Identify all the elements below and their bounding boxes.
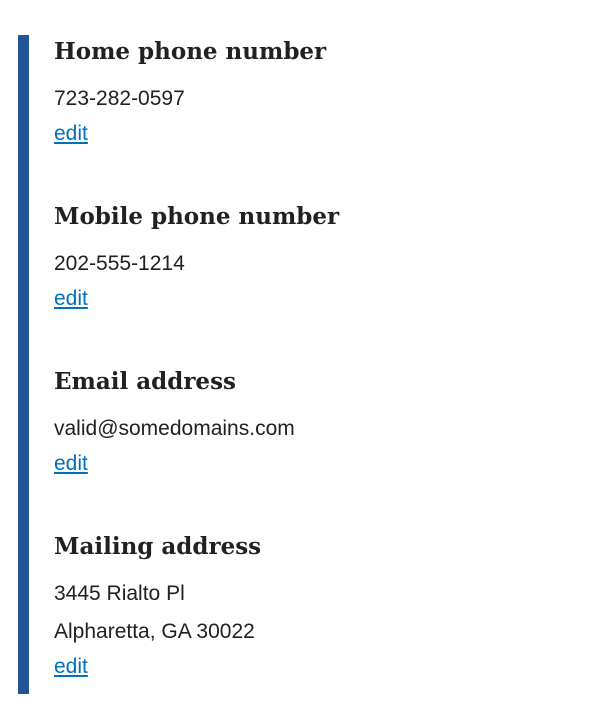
home-phone-section: Home phone number 723-282-0597 edit <box>54 37 574 149</box>
mailing-address-heading: Mailing address <box>54 533 262 560</box>
mobile-phone-section: Mobile phone number 202-555-1214 edit <box>54 202 574 314</box>
edit-mailing-address-link[interactable]: edit <box>54 652 88 682</box>
mailing-address-line1: 3445 Rialto Pl <box>54 582 185 605</box>
mobile-phone-value: 202-555-1214 <box>54 252 185 275</box>
mailing-address-section: Mailing address 3445 Rialto Pl Alpharett… <box>54 532 574 682</box>
mailing-address-line2: Alpharetta, GA 30022 <box>54 620 255 643</box>
mobile-phone-heading: Mobile phone number <box>54 203 340 230</box>
home-phone-value: 723-282-0597 <box>54 87 185 110</box>
home-phone-heading: Home phone number <box>54 38 327 65</box>
edit-home-phone-link[interactable]: edit <box>54 119 88 149</box>
contact-info-panel: Home phone number 723-282-0597 edit Mobi… <box>18 35 578 694</box>
email-heading: Email address <box>54 368 236 395</box>
edit-mobile-phone-link[interactable]: edit <box>54 284 88 314</box>
email-section: Email address valid@somedomains.com edit <box>54 367 574 479</box>
email-value: valid@somedomains.com <box>54 417 295 440</box>
edit-email-link[interactable]: edit <box>54 449 88 479</box>
